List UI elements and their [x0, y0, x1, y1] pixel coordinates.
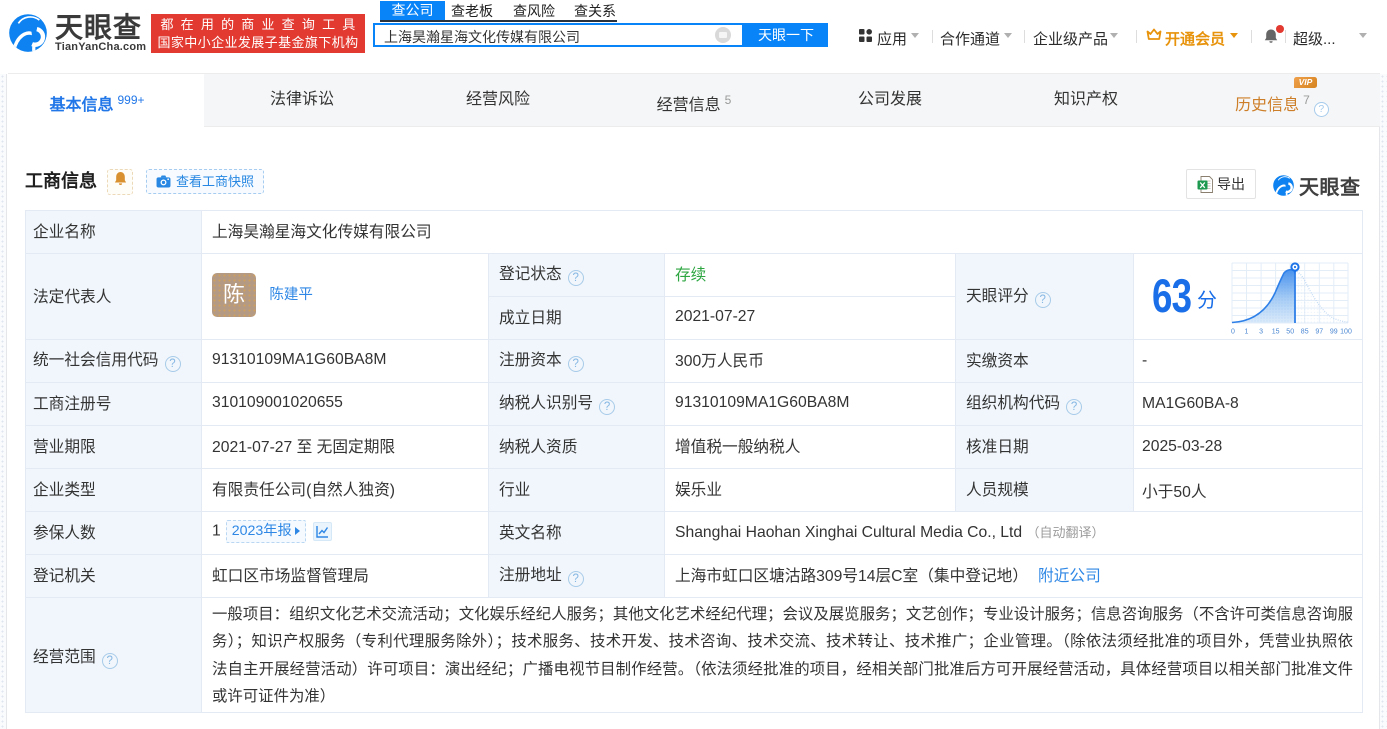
svg-text:100: 100: [1340, 328, 1352, 335]
svg-text:1: 1: [1245, 328, 1249, 335]
svg-text:50: 50: [1286, 328, 1294, 335]
svg-text:3: 3: [1259, 328, 1263, 335]
svg-text:15: 15: [1272, 328, 1280, 335]
svg-text:97: 97: [1315, 328, 1323, 335]
svg-text:99: 99: [1330, 328, 1338, 335]
svg-text:85: 85: [1301, 328, 1309, 335]
svg-text:0: 0: [1231, 328, 1235, 335]
